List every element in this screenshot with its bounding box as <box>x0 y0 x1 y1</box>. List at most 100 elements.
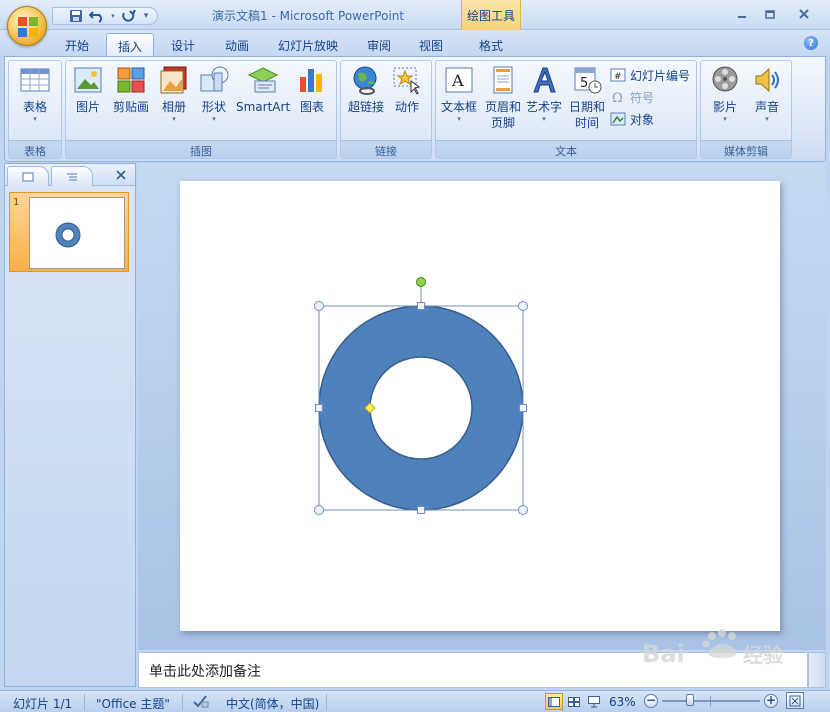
tab-animations[interactable]: 动画 <box>214 33 260 56</box>
undo-button[interactable] <box>88 8 106 24</box>
movie-button[interactable]: 影片 ▾ <box>705 65 745 123</box>
save-button[interactable] <box>67 8 85 24</box>
resize-handle-bottom[interactable] <box>417 506 425 514</box>
picture-icon <box>74 67 102 93</box>
tab-review[interactable]: 审阅 <box>356 33 402 56</box>
theme-name[interactable]: "Office 主题" <box>96 695 170 712</box>
date-time-label-line2: 时间 <box>574 116 599 130</box>
baidu-watermark-logo: Bai 经验 <box>642 629 783 668</box>
tab-insert[interactable]: 插入 <box>106 33 154 56</box>
smartart-button[interactable]: SmartArt <box>236 65 290 115</box>
picture-button[interactable]: 图片 <box>70 65 106 115</box>
object-icon <box>610 112 626 126</box>
sound-button-label: 声音 <box>754 100 779 114</box>
close-pane-button[interactable] <box>113 167 129 183</box>
group-text: A 文本框 ▾ 页眉和 页脚 艺术字 ▾ 5 日期和 时间 # 幻灯片编号 Ω … <box>435 60 697 159</box>
tab-view[interactable]: 视图 <box>408 33 454 56</box>
wordart-button-label: 艺术字 <box>525 100 562 114</box>
resize-handle-top[interactable] <box>417 302 425 310</box>
action-button[interactable]: 动作 <box>389 65 425 115</box>
donut-shape[interactable] <box>318 305 524 511</box>
minimize-icon <box>738 16 746 18</box>
wordart-dropdown-icon: ▾ <box>542 115 546 123</box>
redo-button[interactable] <box>120 8 138 24</box>
shapes-button[interactable]: 形状 ▾ <box>196 65 232 123</box>
header-footer-button[interactable]: 页眉和 页脚 <box>482 65 524 131</box>
group-label-tables: 表格 <box>9 140 61 158</box>
status-divider <box>326 694 327 710</box>
slide-canvas[interactable] <box>180 181 780 631</box>
slide-show-icon <box>588 695 600 707</box>
resize-handle-top-right[interactable] <box>518 301 528 311</box>
movie-button-label: 影片 <box>712 100 737 114</box>
customize-qat-button[interactable]: ▾ <box>141 8 151 24</box>
slide-number-button[interactable]: # 幻灯片编号 <box>610 65 690 85</box>
plus-icon: + <box>765 693 777 707</box>
table-button[interactable]: 表格 ▾ <box>15 65 55 123</box>
date-time-button[interactable]: 5 日期和 时间 <box>566 65 608 131</box>
resize-handle-right[interactable] <box>519 404 527 412</box>
zoom-in-button[interactable]: + <box>764 694 778 708</box>
tab-home[interactable]: 开始 <box>54 33 100 56</box>
help-icon: ? <box>808 37 814 49</box>
tab-design[interactable]: 设计 <box>160 33 206 56</box>
slide-number-label: 幻灯片编号 <box>630 68 691 83</box>
table-icon <box>20 68 50 92</box>
outline-tab-icon <box>67 173 77 180</box>
status-divider <box>84 694 85 710</box>
title-bar: ▾ ▾ 演示文稿1 - Microsoft PowerPoint 绘图工具 <box>0 0 830 30</box>
undo-icon <box>89 11 103 23</box>
slide-sorter-button[interactable] <box>565 693 583 710</box>
chart-button-label: 图表 <box>299 100 324 114</box>
svg-text:5: 5 <box>580 76 588 91</box>
slide-count: 幻灯片 1/1 <box>13 697 73 711</box>
group-links: 超链接 动作 链接 <box>340 60 432 159</box>
svg-text:A: A <box>451 71 464 90</box>
hyperlink-button[interactable]: 超链接 <box>345 65 387 115</box>
chart-button[interactable]: 图表 <box>294 65 330 115</box>
symbol-button[interactable]: Ω 符号 <box>610 87 654 107</box>
minimize-button[interactable] <box>728 4 756 24</box>
svg-text:Bai: Bai <box>642 640 685 668</box>
close-button[interactable] <box>790 4 818 24</box>
hyperlink-icon <box>353 66 377 95</box>
restore-button[interactable] <box>756 4 784 24</box>
clipart-icon <box>117 67 145 93</box>
wordart-button[interactable]: 艺术字 ▾ <box>524 65 564 123</box>
object-button[interactable]: 对象 <box>610 109 654 129</box>
textbox-button[interactable]: A 文本框 ▾ <box>438 65 480 123</box>
fit-window-icon <box>789 695 801 706</box>
close-icon <box>799 9 809 19</box>
omega-icon: Ω <box>612 91 623 104</box>
outline-tab[interactable] <box>51 166 93 186</box>
normal-view-button[interactable] <box>545 693 563 710</box>
fit-to-window-button[interactable] <box>786 692 804 709</box>
resize-handle-top-left[interactable] <box>314 301 324 311</box>
action-button-label: 动作 <box>394 100 419 114</box>
notes-scrollbar[interactable] <box>808 652 826 688</box>
resize-handle-bottom-right[interactable] <box>518 505 528 515</box>
resize-handle-left[interactable] <box>315 404 323 412</box>
hyperlink-button-label: 超链接 <box>347 100 384 114</box>
zoom-slider-thumb[interactable] <box>686 694 695 706</box>
undo-dropdown-button[interactable]: ▾ <box>109 8 117 24</box>
svg-text:Ω: Ω <box>612 91 623 104</box>
zoom-level[interactable]: 63% <box>609 695 636 709</box>
photo-album-button[interactable]: 相册 ▾ <box>156 65 192 123</box>
help-button[interactable]: ? <box>804 36 818 50</box>
donut-thumbnail-shape <box>55 222 81 248</box>
language-indicator[interactable]: 中文(简体，中国) <box>226 695 319 712</box>
slides-tab[interactable] <box>7 166 49 186</box>
office-button[interactable] <box>7 6 47 46</box>
rotation-handle[interactable] <box>416 277 426 287</box>
zoom-slider[interactable] <box>662 694 760 706</box>
zoom-out-button[interactable]: − <box>644 694 658 708</box>
tab-slide-show[interactable]: 幻灯片放映 <box>268 33 348 56</box>
clipart-button[interactable]: 剪贴画 <box>108 65 154 115</box>
slide-show-button[interactable] <box>585 693 603 710</box>
slide-thumbnail-item[interactable]: 1 <box>9 192 129 272</box>
tab-format[interactable]: 格式 <box>466 33 516 56</box>
spell-check-button[interactable] <box>192 694 210 711</box>
sound-button[interactable]: 声音 ▾ <box>749 65 785 123</box>
resize-handle-bottom-left[interactable] <box>314 505 324 515</box>
